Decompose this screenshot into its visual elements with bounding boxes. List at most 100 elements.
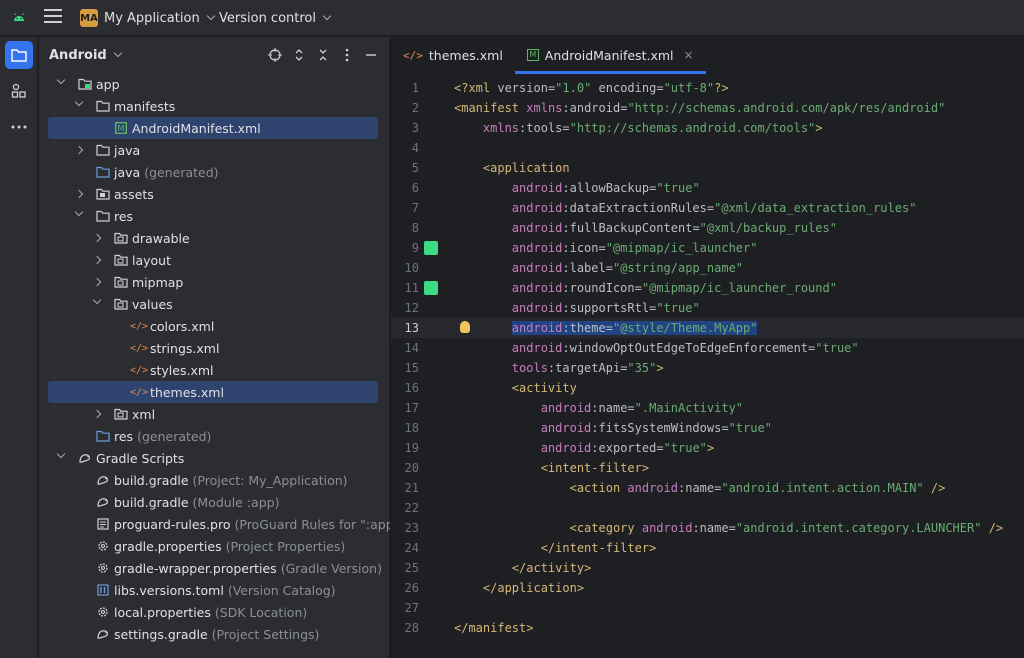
item-note: (Version Catalog)	[227, 582, 336, 598]
tree-item[interactable]: drawable	[48, 227, 378, 249]
tree-item[interactable]: M AndroidManifest.xml	[48, 117, 378, 139]
code-line[interactable]: 12 android:supportsRtl="true"	[391, 298, 1024, 318]
tree-item[interactable]: proguard-rules.pro (ProGuard Rules for ":…	[48, 513, 404, 535]
tree-item[interactable]: Gradle Scripts	[48, 447, 378, 469]
tree-item[interactable]: java	[48, 139, 378, 161]
code-line[interactable]: 9 android:icon="@mipmap/ic_launcher"	[391, 238, 1024, 258]
code-line[interactable]: 17 android:name=".MainActivity"	[391, 398, 1024, 418]
line-number: 4	[411, 141, 419, 155]
code-line[interactable]: 11 android:roundIcon="@mipmap/ic_launche…	[391, 278, 1024, 298]
code-line[interactable]: 3 xmlns:tools="http://schemas.android.co…	[391, 118, 1024, 138]
code-line[interactable]: 25 </activity>	[391, 558, 1024, 578]
tree-item[interactable]: res (generated)	[48, 425, 378, 447]
tree-item[interactable]: settings.gradle (Project Settings)	[48, 623, 378, 645]
code-line[interactable]: 14 android:windowOptOutEdgeToEdgeEnforce…	[391, 338, 1024, 358]
code-line[interactable]: 10 android:label="@string/app_name"	[391, 258, 1024, 278]
tree-item[interactable]: </> colors.xml	[48, 315, 378, 337]
tree-item[interactable]: </> strings.xml	[48, 337, 378, 359]
tree-item[interactable]: java (generated)	[48, 161, 378, 183]
tree-item[interactable]: gradle.properties (Project Properties)	[48, 535, 378, 557]
collapse-all-icon[interactable]	[315, 46, 331, 64]
chevron-down-icon[interactable]	[92, 295, 102, 305]
chevron-down-icon[interactable]	[113, 48, 122, 58]
chevron-down-icon	[206, 11, 215, 21]
code-line[interactable]: 8 android:fullBackupContent="@xml/backup…	[391, 218, 1024, 238]
code-line[interactable]: 2 <manifest xmlns:android="http://schemas…	[391, 98, 1024, 118]
chevron-right-icon[interactable]	[92, 409, 102, 419]
chevron-right-icon[interactable]	[92, 277, 102, 287]
launcher-icon-preview-icon[interactable]	[424, 241, 438, 255]
chevron-down-icon[interactable]	[74, 207, 84, 217]
structure-icon[interactable]	[5, 77, 33, 105]
project-view-selector[interactable]: Android	[49, 48, 107, 63]
chevron-right-icon[interactable]	[92, 233, 102, 243]
expand-all-icon[interactable]	[291, 46, 307, 64]
line-number: 9	[411, 241, 419, 255]
code-line[interactable]: 5 <application	[391, 158, 1024, 178]
settings-file-icon	[96, 561, 110, 575]
close-tab-icon[interactable]: ×	[684, 48, 694, 62]
tree-item[interactable]: manifests	[48, 95, 378, 117]
code-line[interactable]: 13 android:theme="@style/Theme.MyApp"	[391, 318, 1024, 338]
launcher-icon-preview-icon[interactable]	[424, 281, 438, 295]
hide-icon[interactable]	[363, 46, 379, 64]
code-line[interactable]: 27	[391, 598, 1024, 618]
code-line[interactable]: 18 android:fitsSystemWindows="true"	[391, 418, 1024, 438]
code-line[interactable]: 28 </manifest>	[391, 618, 1024, 638]
tree-item[interactable]: </> themes.xml	[48, 381, 378, 403]
tree-item-label: local.properties (SDK Location)	[114, 605, 307, 620]
code-line[interactable]: 23 <category android:name="android.inten…	[391, 518, 1024, 538]
tree-item[interactable]: xml	[48, 403, 378, 425]
code-text: android:roundIcon="@mipmap/ic_launcher_r…	[511, 281, 837, 295]
code-editor[interactable]: 1 <?xml version="1.0" encoding="utf-8"?> 2…	[391, 74, 1024, 658]
tab-android-manifest[interactable]: M AndroidManifest.xml ×	[514, 37, 706, 74]
code-line[interactable]: 16 <activity	[391, 378, 1024, 398]
code-line[interactable]: 19 android:exported="true">	[391, 438, 1024, 458]
tree-item[interactable]: layout	[48, 249, 378, 271]
options-icon[interactable]	[339, 46, 355, 64]
main-menu-icon[interactable]	[44, 9, 62, 27]
gradle-icon	[96, 495, 110, 509]
tree-item[interactable]: build.gradle (Module :app)	[48, 491, 378, 513]
item-name: drawable	[132, 230, 190, 246]
chevron-down-icon[interactable]	[56, 75, 66, 85]
chevron-right-icon[interactable]	[92, 255, 102, 265]
code-line[interactable]: 7 android:dataExtractionRules="@xml/data…	[391, 198, 1024, 218]
code-line[interactable]: 26 </application>	[391, 578, 1024, 598]
version-control-menu[interactable]: Version control	[219, 7, 332, 29]
code-line[interactable]: 20 <intent-filter>	[391, 458, 1024, 478]
chevron-right-icon[interactable]	[74, 189, 84, 199]
project-selector[interactable]: MA My Application	[80, 7, 215, 29]
item-name: layout	[132, 252, 172, 268]
tree-item[interactable]: gradle-wrapper.properties (Gradle Version…	[48, 557, 382, 579]
tree-item[interactable]: build.gradle (Project: My_Application)	[48, 469, 378, 491]
code-line[interactable]: 24 </intent-filter>	[391, 538, 1024, 558]
chevron-right-icon[interactable]	[74, 145, 84, 155]
tree-item[interactable]: assets	[48, 183, 378, 205]
tree-item[interactable]: app	[48, 73, 378, 95]
code-line[interactable]: 6 android:allowBackup="true"	[391, 178, 1024, 198]
item-name: mipmap	[132, 274, 184, 290]
tree-item[interactable]: libs.versions.toml (Version Catalog)	[48, 579, 378, 601]
line-number: 3	[411, 121, 419, 135]
code-line[interactable]: 1 <?xml version="1.0" encoding="utf-8"?>	[391, 78, 1024, 98]
line-number: 26	[404, 581, 419, 595]
locate-icon[interactable]	[267, 46, 283, 64]
code-line[interactable]: 21 <action android:name="android.intent.…	[391, 478, 1024, 498]
code-line[interactable]: 4	[391, 138, 1024, 158]
tree-item[interactable]: values	[48, 293, 378, 315]
chevron-down-icon[interactable]	[74, 97, 84, 107]
tree-item[interactable]: res	[48, 205, 378, 227]
tree-item[interactable]: </> styles.xml	[48, 359, 378, 381]
tree-item[interactable]: mipmap	[48, 271, 378, 293]
code-text: xmlns:tools="http://schemas.android.com/…	[482, 121, 823, 135]
code-line[interactable]: 15 tools:targetApi="35">	[391, 358, 1024, 378]
chevron-down-icon[interactable]	[56, 449, 66, 459]
android-logo-icon	[14, 13, 24, 21]
code-line[interactable]: 22	[391, 498, 1024, 518]
tree-item-label: proguard-rules.pro (ProGuard Rules for ":…	[114, 517, 404, 532]
tree-item[interactable]: local.properties (SDK Location)	[48, 601, 378, 623]
more-icon[interactable]	[5, 113, 33, 141]
project-folder-icon[interactable]	[5, 41, 33, 69]
tab-themes-xml[interactable]: </> themes.xml	[391, 37, 515, 73]
